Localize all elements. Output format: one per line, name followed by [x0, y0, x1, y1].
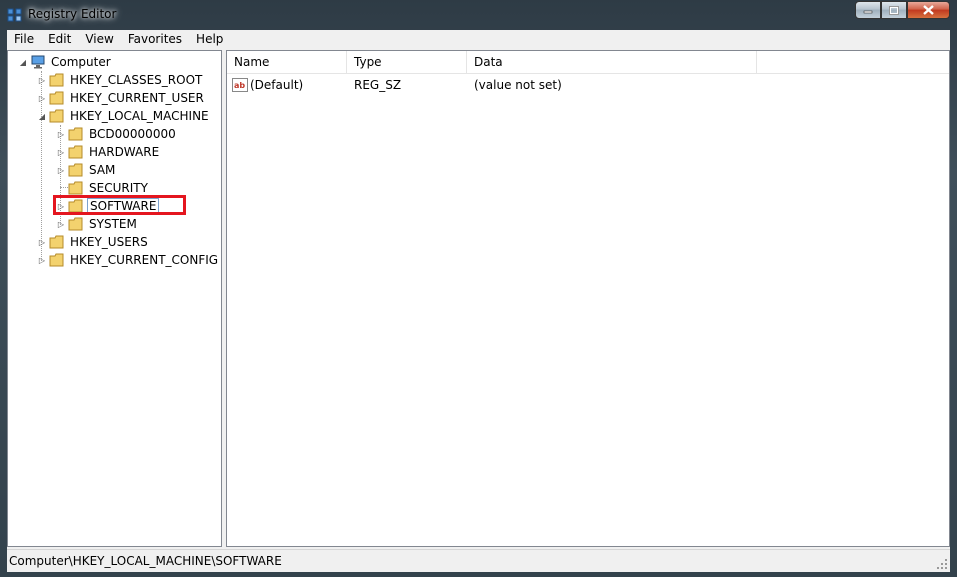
maximize-button[interactable] — [881, 1, 907, 19]
folder-icon — [49, 235, 64, 249]
expand-arrow-icon[interactable]: ▷ — [37, 75, 47, 85]
caption-buttons — [855, 1, 950, 20]
tree-item-sam[interactable]: ▷ SAM — [56, 161, 117, 179]
menu-bar: File Edit View Favorites Help — [7, 30, 950, 49]
tree-label: SECURITY — [89, 181, 148, 195]
tree-item-system[interactable]: ▷ SYSTEM — [56, 215, 139, 233]
menu-view[interactable]: View — [78, 30, 120, 49]
tree-label: HKEY_LOCAL_MACHINE — [70, 109, 209, 123]
tree-label: HKEY_CURRENT_CONFIG — [70, 253, 219, 267]
tree-label: BCD00000000 — [89, 127, 176, 141]
window-title: Registry Editor — [28, 7, 117, 21]
value-name-cell: ab (Default) — [227, 78, 347, 92]
column-header-type[interactable]: Type — [347, 51, 467, 73]
value-data: (value not set) — [474, 78, 562, 92]
list-row[interactable]: ab (Default) REG_SZ (value not set) — [227, 76, 757, 94]
value-type: REG_SZ — [354, 78, 402, 92]
key-tree[interactable]: ◢ Computer ▷ HKEY_CLASSES_ROOT ▷ HKEY_CU… — [7, 50, 222, 547]
tree-label: SAM — [89, 163, 116, 177]
menu-file[interactable]: File — [7, 30, 41, 49]
status-path: Computer\HKEY_LOCAL_MACHINE\SOFTWARE — [9, 554, 282, 568]
tree-item-hkey-current-config[interactable]: ▷ HKEY_CURRENT_CONFIG — [37, 251, 220, 269]
folder-icon — [68, 163, 83, 177]
folder-open-icon — [49, 109, 64, 123]
collapse-arrow-icon[interactable]: ◢ — [18, 57, 28, 67]
column-header-name[interactable]: Name — [227, 51, 347, 73]
folder-icon — [68, 181, 83, 195]
tree-label: SYSTEM — [89, 217, 137, 231]
tree-item-hkey-local-machine[interactable]: ◢ HKEY_LOCAL_MACHINE — [37, 107, 211, 125]
folder-icon — [49, 91, 64, 105]
tree-item-bcd00000000[interactable]: ▷ BCD00000000 — [56, 125, 178, 143]
expand-arrow-icon[interactable]: ▷ — [56, 165, 66, 175]
string-value-icon: ab — [232, 78, 248, 92]
expand-arrow-icon[interactable]: ▷ — [56, 147, 66, 157]
expand-arrow-icon[interactable]: ▷ — [56, 129, 66, 139]
folder-icon — [68, 217, 83, 231]
folder-icon — [68, 127, 83, 141]
menu-favorites[interactable]: Favorites — [121, 30, 189, 49]
computer-icon — [31, 55, 45, 69]
maximize-icon — [889, 5, 899, 15]
menu-edit[interactable]: Edit — [41, 30, 78, 49]
folder-icon — [49, 253, 64, 267]
tree-item-hardware[interactable]: ▷ HARDWARE — [56, 143, 161, 161]
registry-editor-window: Registry Editor File Edit View Favorites… — [0, 0, 957, 577]
values-list[interactable]: Name Type Data ab (Default) REG_SZ (valu… — [226, 50, 950, 547]
tree-label: HKEY_USERS — [70, 235, 148, 249]
tree-label: HKEY_CLASSES_ROOT — [70, 73, 203, 87]
list-header: Name Type Data — [227, 51, 949, 74]
registry-editor-icon — [7, 8, 22, 22]
tree-item-hkey-users[interactable]: ▷ HKEY_USERS — [37, 233, 150, 251]
expand-arrow-icon[interactable]: ▷ — [37, 237, 47, 247]
tree-item-hkey-current-user[interactable]: ▷ HKEY_CURRENT_USER — [37, 89, 206, 107]
folder-icon — [49, 73, 64, 87]
collapse-arrow-icon[interactable]: ◢ — [37, 111, 47, 121]
expand-arrow-icon[interactable]: ▷ — [37, 93, 47, 103]
menu-help[interactable]: Help — [189, 30, 230, 49]
folder-icon — [68, 145, 83, 159]
client-area: ◢ Computer ▷ HKEY_CLASSES_ROOT ▷ HKEY_CU… — [7, 49, 950, 549]
tree-label: HKEY_CURRENT_USER — [70, 91, 204, 105]
minimize-button[interactable] — [855, 1, 881, 19]
red-highlight-box — [53, 195, 186, 215]
minimize-icon — [863, 10, 873, 14]
tree-label: HARDWARE — [89, 145, 160, 159]
tree-label: Computer — [51, 55, 111, 69]
value-name: (Default) — [250, 78, 304, 92]
svg-text:ab: ab — [234, 81, 245, 90]
status-bar: Computer\HKEY_LOCAL_MACHINE\SOFTWARE — [7, 549, 950, 572]
close-icon — [923, 5, 934, 15]
close-button[interactable] — [907, 1, 950, 19]
title-bar[interactable]: Registry Editor — [0, 0, 957, 30]
expand-arrow-icon[interactable]: ▷ — [37, 255, 47, 265]
resize-grip-icon[interactable] — [936, 558, 948, 570]
tree-item-hkey-classes-root[interactable]: ▷ HKEY_CLASSES_ROOT — [37, 71, 204, 89]
expand-arrow-icon[interactable]: ▷ — [56, 219, 66, 229]
column-header-data[interactable]: Data — [467, 51, 757, 73]
tree-item-computer[interactable]: ◢ Computer — [18, 53, 113, 71]
